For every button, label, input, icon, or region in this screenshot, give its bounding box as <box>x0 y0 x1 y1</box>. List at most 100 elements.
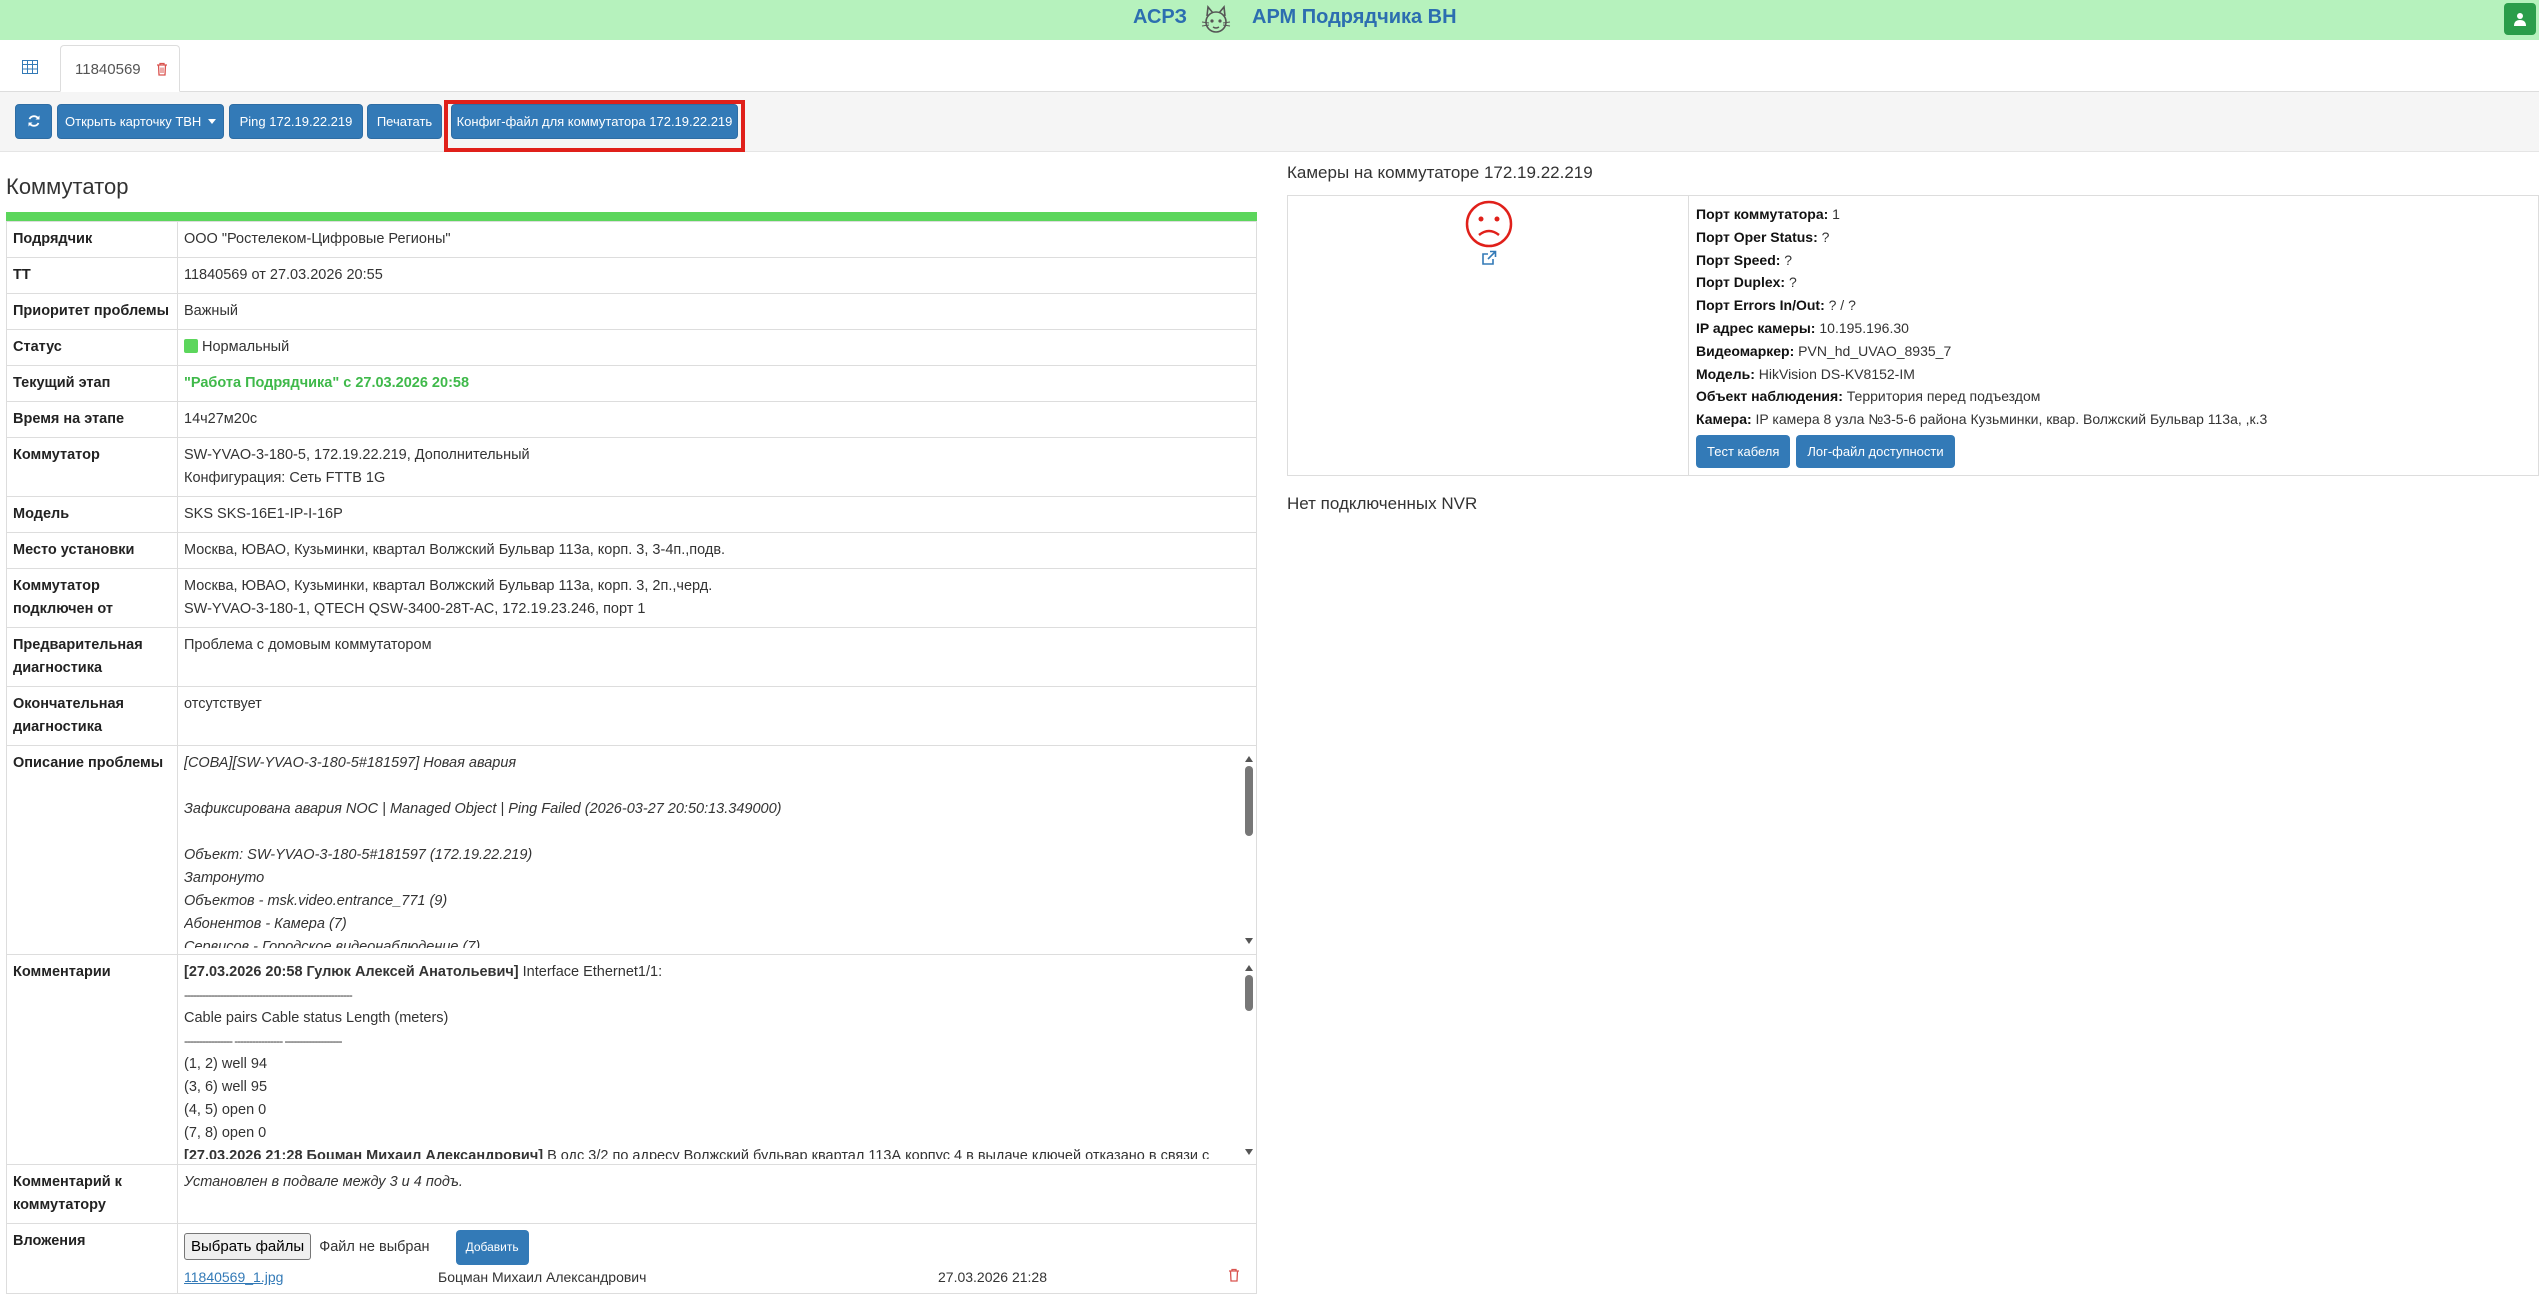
field-value: 10.195.196.30 <box>1819 319 1909 336</box>
no-nvr-message: Нет подключенных NVR <box>1287 494 1478 513</box>
row-label: Текущий этап <box>6 365 178 402</box>
print-button[interactable]: Печатать <box>367 104 442 139</box>
row-label: Коммутатор подключен от <box>6 568 178 628</box>
top-bar: АСРЗ АРМ Подрядчика ВН <box>0 0 2539 40</box>
camera-field: Порт Speed: ? <box>1696 249 2531 272</box>
table-icon[interactable] <box>22 60 38 74</box>
user-menu-button[interactable] <box>2504 3 2536 35</box>
comment-text: Interface Ethernet1/1: <box>522 964 663 980</box>
row-contractor: Подрядчик ООО "Ростелеком-Цифровые Регио… <box>6 221 1257 258</box>
scroll-down-icon[interactable] <box>1245 938 1253 944</box>
row-comments: Комментарии [27.03.2026 20:58 Гулюк Алек… <box>6 954 1257 1165</box>
tab-ticket[interactable]: 11840569 <box>60 45 180 92</box>
row-label: Приоритет проблемы <box>6 293 178 330</box>
comment-header: [27.03.2026 20:58 Гулюк Алексей Анатолье… <box>184 961 1256 984</box>
separator-line: ----------------------------------------… <box>184 988 353 1002</box>
row-label: Модель <box>6 496 178 533</box>
row-location: Место установки Москва, ЮВАО, Кузьминки,… <box>6 532 1257 569</box>
highlight-box <box>444 100 745 152</box>
row-switch: Коммутатор SW-YVAO-3-180-5, 172.19.22.21… <box>6 437 1257 497</box>
stage-time-value: 14ч27м20с <box>177 401 1257 438</box>
attachments-cell: Выбрать файлы Файл не выбран Добавить 11… <box>177 1223 1257 1294</box>
tt-value: 11840569 от 27.03.2026 20:55 <box>177 257 1257 294</box>
field-label: Порт Oper Status: <box>1696 228 1818 245</box>
trash-icon[interactable] <box>1228 1268 1240 1282</box>
location-value: Москва, ЮВАО, Кузьминки, квартал Волжски… <box>177 532 1257 569</box>
tab-bar: 11840569 <box>0 40 2539 92</box>
row-model: Модель SKS SKS-16E1-IP-I-16P <box>6 496 1257 533</box>
field-value: Территория перед подъездом <box>1846 388 2041 405</box>
comments-scroll[interactable]: [27.03.2026 20:58 Гулюк Алексей Анатолье… <box>184 961 1256 1159</box>
description-scrollbar[interactable] <box>1242 752 1256 948</box>
comment-line: (1, 2) well 94 <box>184 1056 268 1072</box>
description-line: Зафиксирована авария NOC | Managed Objec… <box>184 801 782 817</box>
row-status: Статус Нормальный <box>6 329 1257 366</box>
attachment-author: Боцман Михаил Александрович <box>438 1269 647 1285</box>
description-scroll[interactable]: [СОВА][SW-YVAO-3-180-5#181597] Новая ава… <box>184 752 1256 948</box>
row-label: Окончательная диагностика <box>6 686 178 746</box>
trash-icon[interactable] <box>156 62 168 76</box>
caret-down-icon <box>207 119 216 124</box>
camera-field: Объект наблюдения: Территория перед подъ… <box>1696 385 2531 408</box>
uplink-device: SW-YVAO-3-180-1, QTECH QSW-3400-28T-AC, … <box>184 601 646 617</box>
description-line: Объектов - msk.video.entrance_771 (9) <box>184 893 448 909</box>
brand-logo-text[interactable]: АСРЗ <box>1133 6 1187 29</box>
user-icon <box>2514 13 2526 26</box>
attachment-row: 11840569_1.jpg Боцман Михаил Александров… <box>178 1266 1256 1286</box>
comments-scrollbar[interactable] <box>1242 961 1256 1159</box>
camera-field: Порт Oper Status: ? <box>1696 226 2531 249</box>
ping-button[interactable]: Ping 172.19.22.219 <box>229 104 363 139</box>
comment-line: Cable pairs Cable status Length (meters) <box>184 1010 449 1026</box>
attachment-link[interactable]: 11840569_1.jpg <box>184 1266 283 1289</box>
comments-cell: [27.03.2026 20:58 Гулюк Алексей Анатолье… <box>177 954 1257 1165</box>
row-label: Комментарии <box>6 954 178 1165</box>
add-attachment-button[interactable]: Добавить <box>455 1230 529 1265</box>
field-value: IP камера 8 узла №3-5-6 района Кузьминки… <box>1755 411 2268 428</box>
external-link-icon[interactable] <box>1481 250 1497 266</box>
choose-files-button[interactable]: Выбрать файлы <box>184 1233 312 1260</box>
row-connected-from: Коммутатор подключен от Москва, ЮВАО, Ку… <box>6 568 1257 628</box>
uplink-address: Москва, ЮВАО, Кузьминки, квартал Волжски… <box>184 578 713 594</box>
scroll-thumb[interactable] <box>1245 975 1253 1011</box>
sad-face-icon <box>1465 200 1513 248</box>
camera-field: IP адрес камеры: 10.195.196.30 <box>1696 317 2531 340</box>
cameras-table: Порт коммутатора: 1 Порт Oper Status: ? … <box>1287 195 2539 476</box>
field-label: IP адрес камеры: <box>1696 319 1816 336</box>
comment-author: [27.03.2026 21:28 Боцман Михаил Александ… <box>184 1148 544 1159</box>
row-description: Описание проблемы [СОВА][SW-YVAO-3-180-5… <box>6 745 1257 955</box>
scroll-up-icon[interactable] <box>1245 756 1253 762</box>
open-card-button[interactable]: Открыть карточку ТВН <box>57 104 224 139</box>
model-value: SKS SKS-16E1-IP-I-16P <box>177 496 1257 533</box>
comment-line: (7, 8) open 0 <box>184 1125 267 1141</box>
comment-author: [27.03.2026 20:58 Гулюк Алексей Анатолье… <box>184 964 519 980</box>
app-title[interactable]: АРМ Подрядчика ВН <box>1252 6 1457 29</box>
refresh-button[interactable] <box>15 104 52 139</box>
attachment-date: 27.03.2026 21:28 <box>938 1269 1047 1285</box>
field-label: Камера: <box>1696 411 1752 428</box>
scroll-down-icon[interactable] <box>1245 1149 1253 1155</box>
scroll-thumb[interactable] <box>1245 766 1253 836</box>
field-label: Порт Speed: <box>1696 251 1781 268</box>
row-prelim-diag: Предварительная диагностика Проблема с д… <box>6 627 1257 687</box>
access-log-button[interactable]: Лог-файл доступности <box>1796 434 1955 468</box>
comments-text: [27.03.2026 20:58 Гулюк Алексей Анатолье… <box>184 961 1256 1159</box>
cameras-title: Камеры на коммутаторе 172.19.22.219 <box>1287 163 1593 182</box>
camera-field: Порт Duplex: ? <box>1696 271 2531 294</box>
switch-comment-value[interactable]: Установлен в подвале между 3 и 4 подъ. <box>177 1164 1257 1224</box>
scroll-up-icon[interactable] <box>1245 965 1253 971</box>
comment-line: (4, 5) open 0 <box>184 1102 267 1118</box>
description-text: [СОВА][SW-YVAO-3-180-5#181597] Новая ава… <box>184 752 1256 948</box>
camera-row: Порт коммутатора: 1 Порт Oper Status: ? … <box>1287 195 2539 476</box>
connected-from-cell: Москва, ЮВАО, Кузьминки, квартал Волжски… <box>177 568 1257 628</box>
field-value: 1 <box>1832 206 1840 222</box>
cat-logo-icon <box>1201 5 1231 33</box>
status-strip <box>6 212 1257 221</box>
field-label: Порт коммутатора: <box>1696 206 1829 222</box>
priority-value: Важный <box>177 293 1257 330</box>
camera-details-cell: Порт коммутатора: 1 Порт Oper Status: ? … <box>1688 195 2539 476</box>
cable-test-button[interactable]: Тест кабеля <box>1696 434 1791 468</box>
switch-config: Конфигурация: Сеть FTTB 1G <box>184 470 386 486</box>
field-value: ? / ? <box>1828 297 1856 314</box>
field-label: Видеомаркер: <box>1696 342 1795 359</box>
row-label: Подрядчик <box>6 221 178 258</box>
